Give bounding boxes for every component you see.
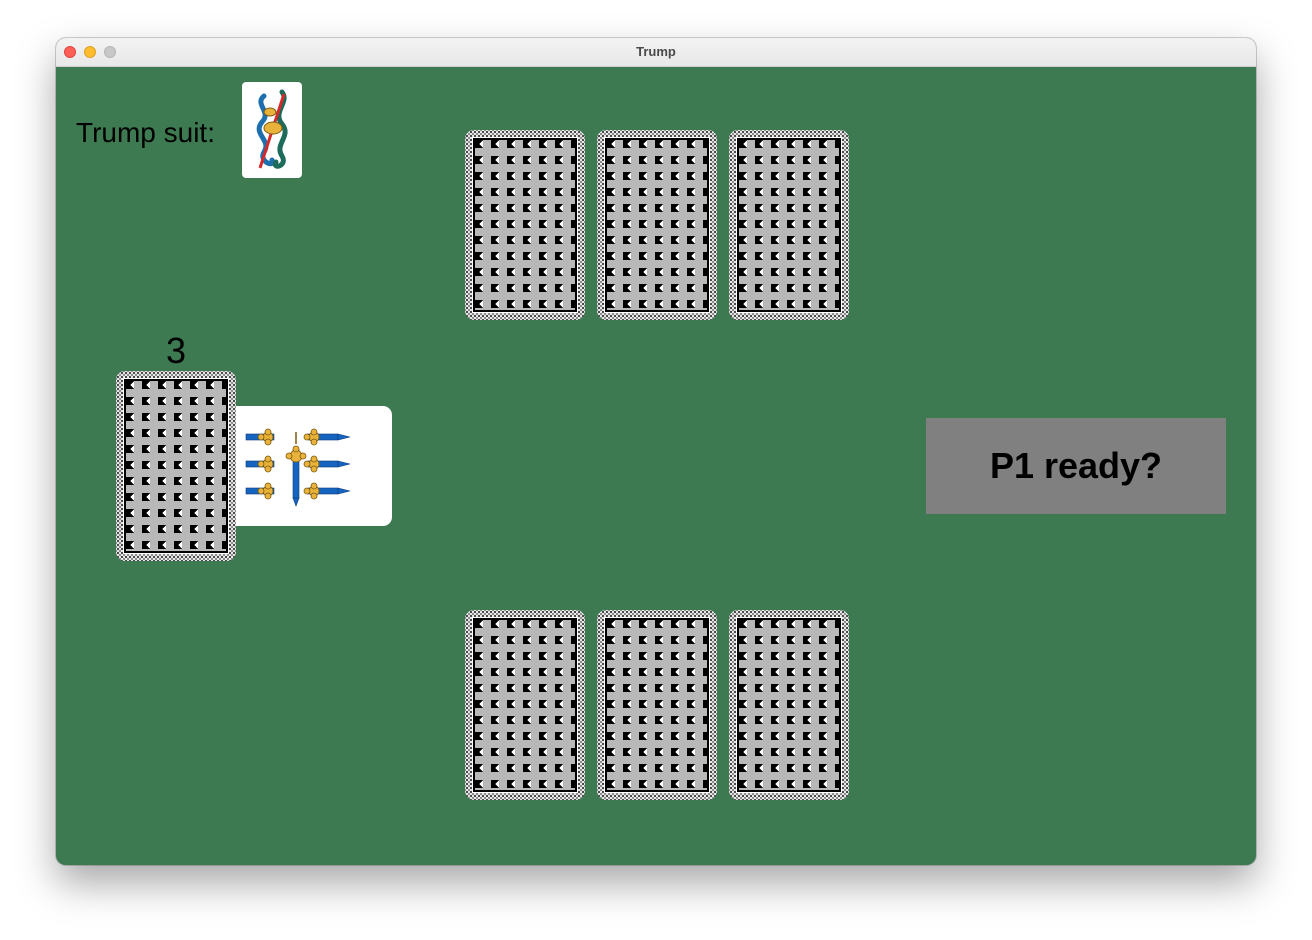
opponent-card-3[interactable] [729, 130, 849, 320]
player-card-2[interactable] [597, 610, 717, 800]
revealed-trump-card [216, 406, 392, 526]
nine-of-swords-card-icon [245, 428, 351, 507]
opponent-card-1[interactable] [465, 130, 585, 320]
player-card-1[interactable] [465, 610, 585, 800]
trump-suit-label: Trump suit: [76, 117, 215, 148]
player-card-3[interactable] [729, 610, 849, 800]
opponent-card-2[interactable] [597, 130, 717, 320]
title-bar[interactable]: Trump [56, 38, 1256, 67]
game-table: Trump suit: 3 P1 ready? [56, 67, 1256, 865]
trump-suit-card [242, 82, 302, 178]
ready-button[interactable]: P1 ready? [926, 418, 1226, 514]
window-title: Trump [636, 44, 676, 59]
app-window: Trump Trump suit: 3 P1 ready? [56, 38, 1256, 865]
deck-count: 3 [165, 330, 187, 371]
deck-card-back[interactable] [116, 371, 236, 561]
swords-suit-icon [256, 89, 288, 169]
